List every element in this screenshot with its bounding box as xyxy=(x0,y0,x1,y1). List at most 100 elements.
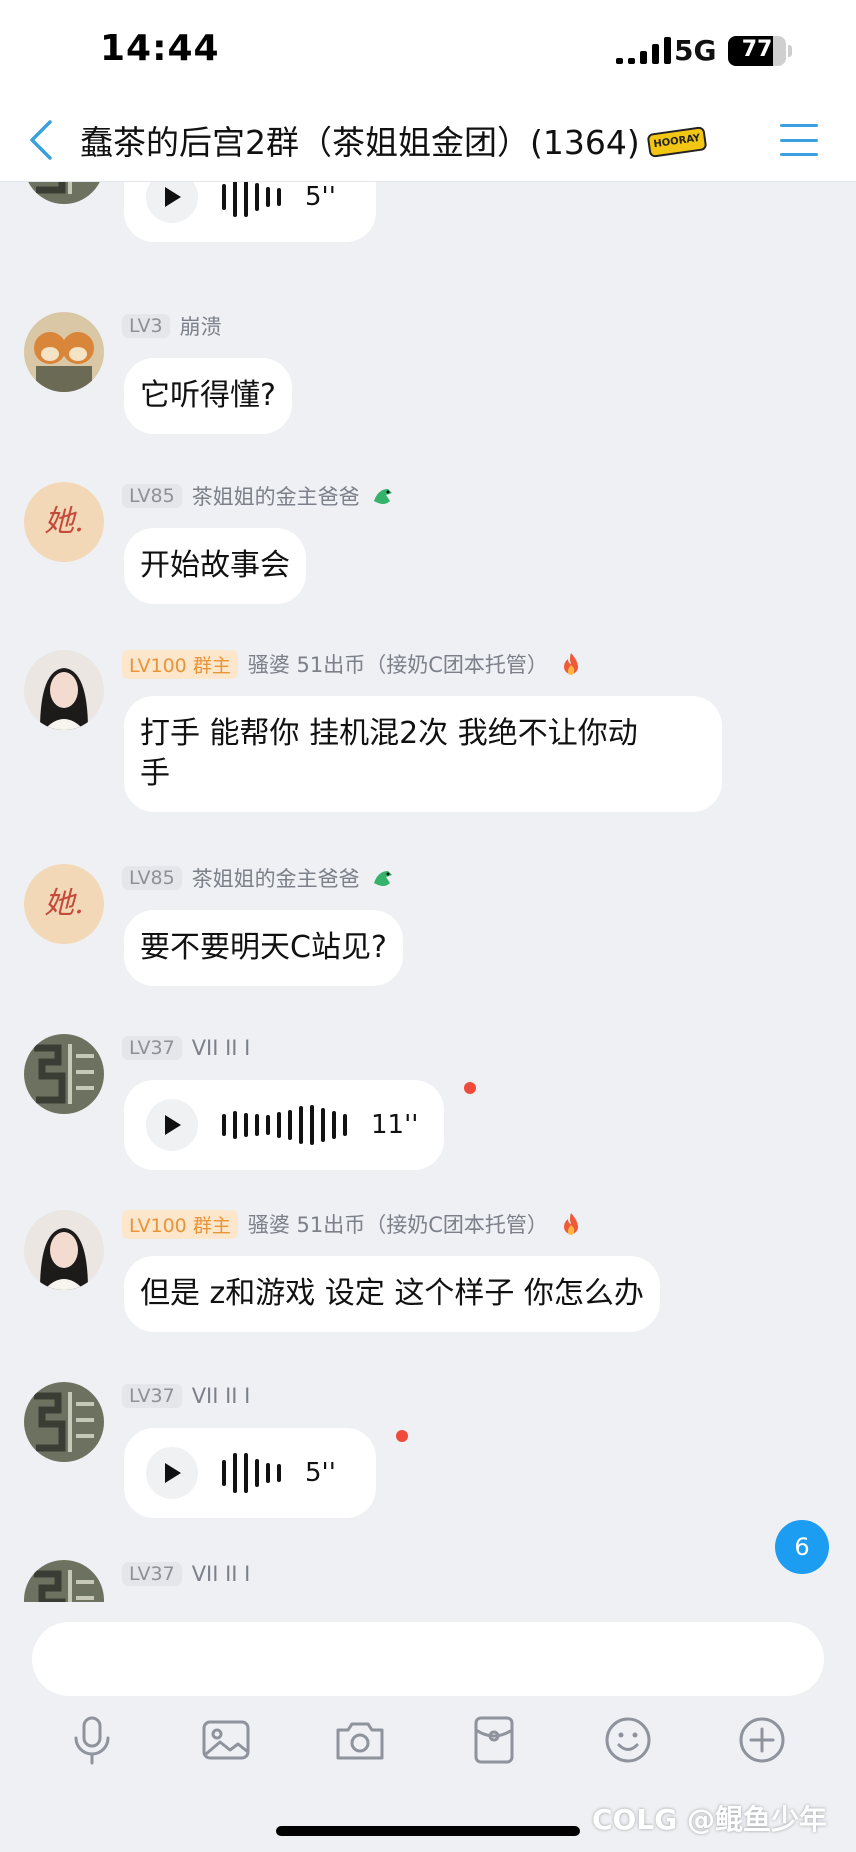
message-text-line: 打手 能帮你 挂机混2次 我绝不让你动 xyxy=(140,716,638,751)
voice-button[interactable] xyxy=(64,1712,120,1768)
status-bar: 14:44 5G 77 xyxy=(0,0,856,100)
sender-meta: LV37 VII II I xyxy=(122,1382,250,1410)
message-item: LV100 群主 骚婆 51出币（接奶C团本托管） 打手 能帮你 挂机混2次 我… xyxy=(0,649,856,850)
maze-avatar-icon xyxy=(24,182,104,204)
avatar[interactable] xyxy=(24,312,104,392)
chat-header: 蠢茶的后宫2群（茶姐姐金团）(1364) HOORAY xyxy=(0,100,856,182)
message-list[interactable]: 5'' LV3 崩溃 它听得懂? 她. LV85 茶姐姐的金主爸爸 开始故事会 xyxy=(0,182,856,1602)
girl-avatar-icon xyxy=(24,650,104,730)
red-packet-button[interactable] xyxy=(466,1712,522,1768)
message-text: 开始故事会 xyxy=(140,548,290,583)
message-item: LV37 VII II I 11'' xyxy=(0,1034,856,1184)
level-tag: LV85 xyxy=(122,866,182,890)
new-messages-badge[interactable]: 6 xyxy=(775,1520,829,1574)
level-tag: LV37 xyxy=(122,1384,182,1408)
battery-percentage: 77 xyxy=(741,37,773,62)
sender-name[interactable]: VII II I xyxy=(192,1036,251,1060)
menu-button[interactable] xyxy=(780,124,818,156)
text-bubble[interactable]: 要不要明天C站见? xyxy=(124,910,403,986)
voice-waveform xyxy=(222,1100,347,1150)
plus-icon xyxy=(739,1717,785,1763)
image-button[interactable] xyxy=(198,1712,254,1768)
message-text: 要不要明天C站见? xyxy=(140,930,387,965)
sender-name[interactable]: 骚婆 51出币（接奶C团本托管） xyxy=(248,649,548,679)
level-tag: LV3 xyxy=(122,314,170,338)
message-input[interactable] xyxy=(32,1622,824,1696)
dragon-emoji-icon xyxy=(373,871,392,886)
sender-meta: LV85 茶姐姐的金主爸爸 xyxy=(122,482,396,510)
watermark-text: @鲲鱼少年 xyxy=(686,1803,827,1836)
camera-button[interactable] xyxy=(332,1712,388,1768)
avatar[interactable] xyxy=(24,182,104,204)
text-bubble[interactable]: 开始故事会 xyxy=(124,528,306,604)
play-button[interactable] xyxy=(146,1447,198,1499)
level-tag: LV100 群主 xyxy=(122,1209,238,1239)
girl-avatar-icon xyxy=(24,1210,104,1290)
play-button[interactable] xyxy=(146,1099,198,1151)
watermark: COLG @鲲鱼少年 xyxy=(592,1798,827,1838)
watermark-brand: COLG xyxy=(592,1803,678,1836)
level-tag: LV37 xyxy=(122,1562,182,1586)
avatar[interactable]: 她. xyxy=(24,482,104,562)
sender-name[interactable]: VII II I xyxy=(192,1562,251,1586)
text-bubble[interactable]: 它听得懂? xyxy=(124,358,292,434)
clock: 14:44 xyxy=(100,28,220,69)
avatar[interactable]: 她. xyxy=(24,864,104,944)
avatar[interactable] xyxy=(24,1560,104,1602)
play-icon xyxy=(165,1463,181,1483)
play-icon xyxy=(165,187,181,207)
red-packet-icon xyxy=(474,1716,514,1764)
voice-duration: 5'' xyxy=(305,1458,336,1488)
level-tag: LV85 xyxy=(122,484,182,508)
message-item: LV100 群主 骚婆 51出币（接奶C团本托管） 但是 z和游戏 设定 这个样… xyxy=(0,1209,856,1360)
message-item: LV37 VII II I 5'' xyxy=(0,1382,856,1532)
play-icon xyxy=(165,1115,181,1135)
sender-name[interactable]: 骚婆 51出币（接奶C团本托管） xyxy=(248,1209,548,1239)
message-item: 她. LV85 茶姐姐的金主爸爸 开始故事会 xyxy=(0,482,856,632)
sender-meta: LV37 VII II I xyxy=(122,1034,250,1062)
sender-meta: LV85 茶姐姐的金主爸爸 xyxy=(122,864,396,892)
voice-message[interactable]: 5'' xyxy=(124,1428,376,1518)
unread-dot xyxy=(464,1082,476,1094)
network-label: 5G xyxy=(674,34,717,67)
text-bubble[interactable]: 打手 能帮你 挂机混2次 我绝不让你动 手 xyxy=(124,696,722,812)
sender-name[interactable]: 茶姐姐的金主爸爸 xyxy=(192,481,360,511)
image-icon xyxy=(202,1720,250,1760)
voice-message[interactable]: 11'' xyxy=(124,1080,444,1170)
home-indicator[interactable] xyxy=(276,1826,580,1836)
fire-emoji-icon xyxy=(563,653,578,675)
avatar[interactable] xyxy=(24,1382,104,1462)
unread-dot xyxy=(396,1430,408,1442)
input-bar: COLG @鲲鱼少年 xyxy=(0,1602,856,1852)
group-title[interactable]: 蠢茶的后宫2群（茶姐姐金团）(1364) xyxy=(80,116,640,164)
emoji-button[interactable] xyxy=(600,1712,656,1768)
toolbar xyxy=(0,1712,856,1782)
message-item: 她. LV85 茶姐姐的金主爸爸 要不要明天C站见? xyxy=(0,864,856,1014)
sender-name[interactable]: 茶姐姐的金主爸爸 xyxy=(192,863,360,893)
play-button[interactable] xyxy=(146,182,198,223)
voice-message[interactable]: 5'' xyxy=(124,182,376,242)
voice-duration: 5'' xyxy=(305,182,336,212)
camera-icon xyxy=(336,1722,384,1760)
battery-tip xyxy=(788,45,792,57)
signature-avatar: 她. xyxy=(44,504,84,539)
avatar[interactable] xyxy=(24,650,104,730)
level-tag: LV100 群主 xyxy=(122,649,238,679)
emoji-icon xyxy=(605,1717,651,1763)
message-text: 但是 z和游戏 设定 这个样子 你怎么办 xyxy=(140,1276,644,1311)
text-bubble[interactable]: 但是 z和游戏 设定 这个样子 你怎么办 xyxy=(124,1256,660,1332)
sender-name[interactable]: VII II I xyxy=(192,1384,251,1408)
voice-waveform xyxy=(222,182,281,222)
battery-icon: 77 xyxy=(728,36,786,66)
sender-meta: LV37 VII II I xyxy=(122,1560,250,1588)
back-button[interactable] xyxy=(24,116,60,164)
sender-name[interactable]: 崩溃 xyxy=(180,311,222,341)
message-item: LV37 VII II I xyxy=(0,1560,856,1602)
avatar[interactable] xyxy=(24,1034,104,1114)
maze-avatar-icon xyxy=(24,1560,104,1602)
hooray-badge: HOORAY xyxy=(646,126,708,158)
maze-avatar-icon xyxy=(24,1382,104,1462)
avatar[interactable] xyxy=(24,1210,104,1290)
fire-emoji-icon xyxy=(563,1213,578,1235)
more-button[interactable] xyxy=(734,1712,790,1768)
